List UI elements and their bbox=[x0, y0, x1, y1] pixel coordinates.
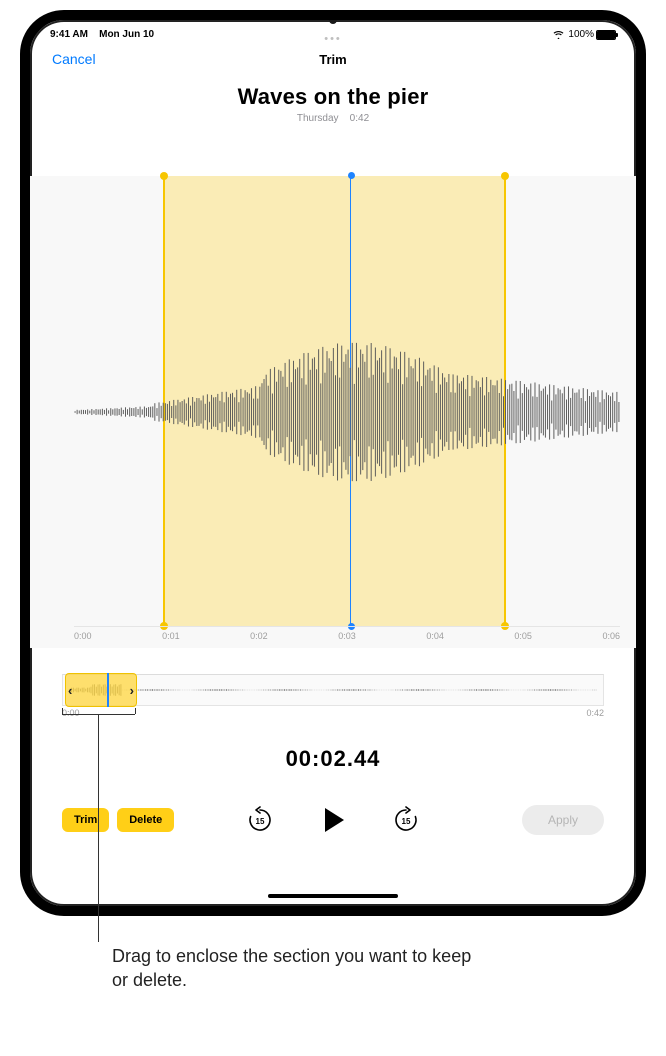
waveform-editor[interactable]: 0:00 0:01 0:02 0:03 0:04 0:05 0:06 bbox=[30, 176, 636, 648]
ipad-frame: 9:41 AM Mon Jun 10 ••• 100% Cancel Trim … bbox=[20, 10, 646, 916]
nav-title: Trim bbox=[319, 52, 346, 67]
delete-button[interactable]: Delete bbox=[117, 808, 174, 832]
overview-handle-left-icon[interactable]: ‹ bbox=[68, 683, 72, 698]
overview-window[interactable]: ‹ › bbox=[65, 673, 137, 707]
skip-forward-button[interactable]: 15 bbox=[384, 798, 428, 842]
recording-day: Thursday bbox=[297, 113, 339, 124]
current-time: 00:02.44 bbox=[30, 746, 636, 772]
trim-handle-end-top[interactable] bbox=[501, 172, 509, 180]
status-time: 9:41 AM bbox=[50, 29, 88, 40]
status-date: Mon Jun 10 bbox=[99, 29, 154, 40]
ruler-tick: 0:02 bbox=[250, 631, 268, 641]
battery-percent: 100% bbox=[568, 29, 594, 40]
skip-back-15-icon: 15 bbox=[246, 806, 274, 834]
callout-leader bbox=[98, 714, 99, 942]
apply-button[interactable]: Apply bbox=[522, 805, 604, 835]
play-button[interactable] bbox=[306, 793, 360, 847]
svg-text:15: 15 bbox=[402, 817, 411, 826]
callout-tick-left bbox=[62, 708, 63, 714]
overview-handle-right-icon[interactable]: › bbox=[130, 683, 134, 698]
waveform-overview[interactable]: ‹ › bbox=[62, 674, 604, 706]
skip-forward-15-icon: 15 bbox=[392, 806, 420, 834]
svg-text:15: 15 bbox=[256, 817, 265, 826]
recording-subtitle: Thursday 0:42 bbox=[30, 113, 636, 124]
camera-notch bbox=[329, 16, 337, 24]
trim-handle-start-top[interactable] bbox=[160, 172, 168, 180]
recording-header: Waves on the pier Thursday 0:42 bbox=[30, 84, 636, 124]
navbar: Cancel Trim bbox=[30, 42, 636, 76]
overview-end: 0:42 bbox=[586, 708, 604, 722]
callout-tick-right bbox=[135, 708, 136, 714]
play-icon bbox=[316, 803, 350, 837]
recording-duration: 0:42 bbox=[350, 113, 369, 124]
ruler-tick: 0:06 bbox=[602, 631, 620, 641]
wifi-icon bbox=[553, 30, 564, 39]
ruler-tick: 0:05 bbox=[514, 631, 532, 641]
battery-icon bbox=[596, 30, 616, 40]
ruler-tick: 0:01 bbox=[162, 631, 180, 641]
overview-playhead[interactable] bbox=[107, 673, 109, 707]
cancel-button[interactable]: Cancel bbox=[52, 51, 96, 67]
trim-button[interactable]: Trim bbox=[62, 808, 109, 832]
ruler-tick: 0:04 bbox=[426, 631, 444, 641]
skip-back-button[interactable]: 15 bbox=[238, 798, 282, 842]
callout-caption: Drag to enclose the section you want to … bbox=[112, 944, 472, 993]
home-indicator[interactable] bbox=[268, 894, 398, 898]
ruler-tick: 0:00 bbox=[74, 631, 92, 641]
transport-controls: 15 15 bbox=[238, 793, 428, 847]
recording-title: Waves on the pier bbox=[30, 84, 636, 110]
waveform-large bbox=[74, 332, 620, 492]
controls-row: Trim Delete 15 15 bbox=[62, 798, 604, 842]
waveform-mini bbox=[69, 679, 597, 701]
overview-start: 0:00 bbox=[62, 708, 80, 722]
ruler-tick: 0:03 bbox=[338, 631, 356, 641]
overview-ruler: 0:00 0:42 bbox=[62, 708, 604, 722]
time-ruler: 0:00 0:01 0:02 0:03 0:04 0:05 0:06 bbox=[74, 626, 620, 648]
